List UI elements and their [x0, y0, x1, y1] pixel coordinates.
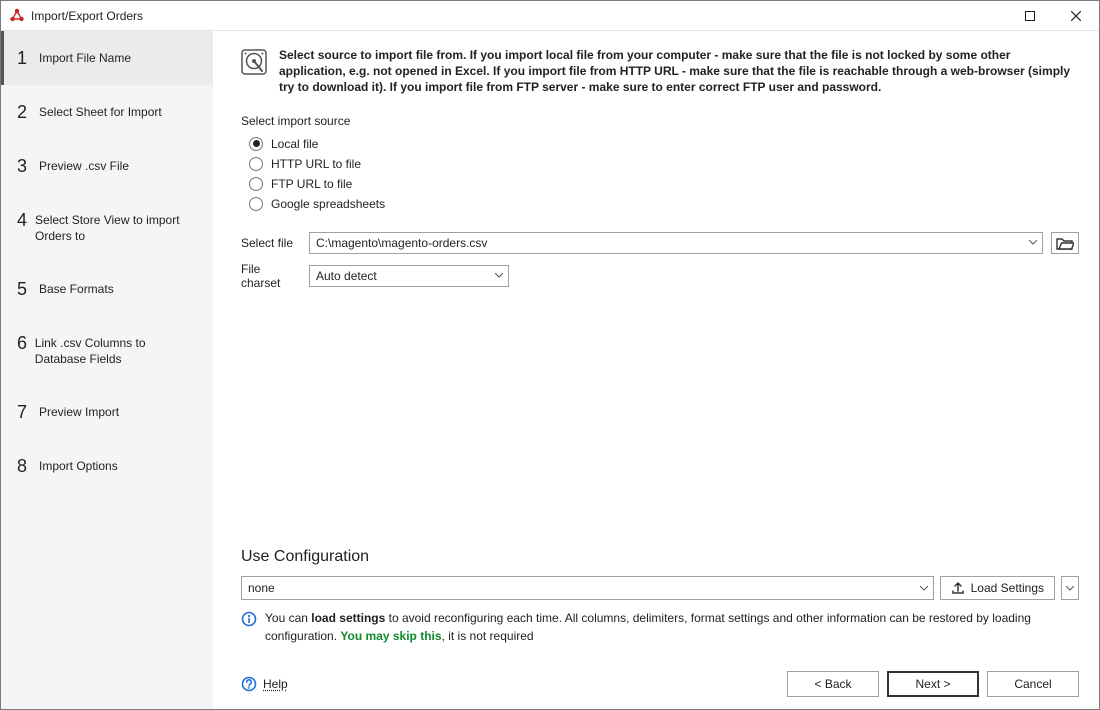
info-icon [241, 611, 257, 627]
close-button[interactable] [1053, 1, 1099, 31]
radio-icon [249, 157, 263, 171]
configuration-combo[interactable]: none [241, 576, 934, 600]
chevron-down-icon [1066, 586, 1074, 591]
chevron-down-icon[interactable] [1024, 233, 1042, 253]
step-preview-import[interactable]: 7 Preview Import [1, 385, 213, 439]
select-source-label: Select import source [241, 114, 1079, 128]
intro-text: Select source to import file from. If yo… [279, 47, 1079, 96]
maximize-button[interactable] [1007, 1, 1053, 31]
close-icon [1071, 11, 1081, 21]
wizard-sidebar: 1 Import File Name 2 Select Sheet for Im… [1, 31, 213, 709]
step-link-columns[interactable]: 6 Link .csv Columns to Database Fields [1, 316, 213, 385]
load-settings-label: Load Settings [971, 581, 1044, 595]
step-number: 5 [17, 280, 39, 298]
radio-google-spreadsheets[interactable]: Google spreadsheets [241, 194, 1079, 214]
import-export-window: Import/Export Orders 1 Import File Name … [0, 0, 1100, 710]
radio-icon [249, 177, 263, 191]
step-label: Base Formats [39, 280, 118, 298]
step-preview-csv[interactable]: 3 Preview .csv File [1, 139, 213, 193]
app-icon [9, 8, 25, 24]
file-path-value: C:\magento\magento-orders.csv [310, 236, 1024, 250]
select-file-label: Select file [241, 236, 301, 250]
wizard-footer: Help < Back Next > Cancel [241, 665, 1079, 697]
step-label: Preview .csv File [39, 157, 133, 175]
step-label: Select Store View to import Orders to [35, 211, 201, 244]
help-label: Help [263, 677, 288, 691]
chevron-down-icon[interactable] [915, 577, 933, 599]
step-number: 7 [17, 403, 39, 421]
maximize-icon [1025, 11, 1035, 21]
step-label: Select Sheet for Import [39, 103, 166, 121]
radio-ftp-url[interactable]: FTP URL to file [241, 174, 1079, 194]
next-button[interactable]: Next > [887, 671, 979, 697]
configuration-info: You can load settings to avoid reconfigu… [241, 610, 1079, 645]
step-label: Link .csv Columns to Database Fields [35, 334, 201, 367]
charset-combo[interactable]: Auto detect [309, 265, 509, 287]
main-panel: Select source to import file from. If yo… [213, 31, 1099, 709]
step-label: Import Options [39, 457, 122, 475]
window-title: Import/Export Orders [31, 9, 1007, 23]
charset-value: Auto detect [310, 269, 490, 283]
hard-disk-icon [241, 49, 267, 75]
step-label: Preview Import [39, 403, 123, 421]
folder-open-icon [1056, 236, 1074, 250]
radio-icon [249, 197, 263, 211]
radio-label: FTP URL to file [271, 177, 352, 191]
load-settings-button[interactable]: Load Settings [940, 576, 1055, 600]
use-configuration-heading: Use Configuration [241, 548, 1079, 566]
step-select-store-view[interactable]: 4 Select Store View to import Orders to [1, 193, 213, 262]
step-import-options[interactable]: 8 Import Options [1, 439, 213, 493]
chevron-down-icon[interactable] [490, 266, 508, 286]
help-link[interactable]: Help [241, 676, 288, 692]
configuration-info-text: You can load settings to avoid reconfigu… [265, 610, 1079, 645]
step-number: 2 [17, 103, 39, 121]
file-path-combo[interactable]: C:\magento\magento-orders.csv [309, 232, 1043, 254]
back-button[interactable]: < Back [787, 671, 879, 697]
step-number: 4 [17, 211, 35, 229]
charset-label: File charset [241, 262, 301, 290]
configuration-value: none [242, 581, 915, 595]
load-settings-dropdown[interactable] [1061, 576, 1079, 600]
upload-icon [951, 581, 965, 595]
step-import-file-name[interactable]: 1 Import File Name [1, 31, 213, 85]
step-label: Import File Name [39, 49, 135, 67]
step-number: 3 [17, 157, 39, 175]
titlebar: Import/Export Orders [1, 1, 1099, 31]
radio-label: HTTP URL to file [271, 157, 361, 171]
intro-block: Select source to import file from. If yo… [241, 47, 1079, 96]
step-number: 1 [17, 49, 39, 67]
cancel-button[interactable]: Cancel [987, 671, 1079, 697]
radio-http-url[interactable]: HTTP URL to file [241, 154, 1079, 174]
step-select-sheet[interactable]: 2 Select Sheet for Import [1, 85, 213, 139]
radio-local-file[interactable]: Local file [241, 134, 1079, 154]
browse-file-button[interactable] [1051, 232, 1079, 254]
radio-label: Google spreadsheets [271, 197, 385, 211]
step-base-formats[interactable]: 5 Base Formats [1, 262, 213, 316]
help-icon [241, 676, 257, 692]
step-number: 8 [17, 457, 39, 475]
radio-icon [249, 137, 263, 151]
source-radio-group: Local file HTTP URL to file FTP URL to f… [241, 134, 1079, 214]
step-number: 6 [17, 334, 35, 352]
radio-label: Local file [271, 137, 318, 151]
